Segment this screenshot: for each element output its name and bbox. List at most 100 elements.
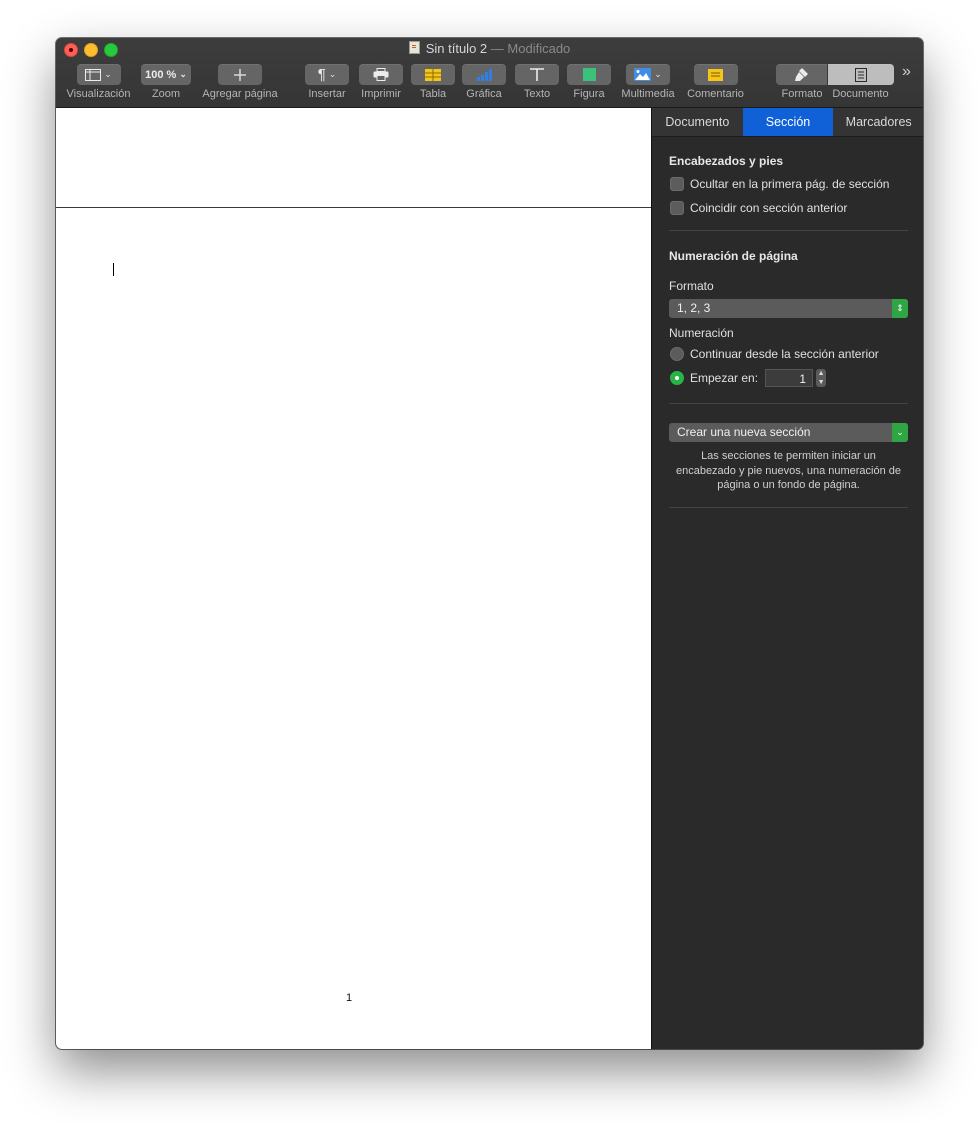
text-cursor: [113, 263, 114, 276]
match-previous-row[interactable]: Coincidir con sección anterior: [669, 196, 908, 220]
select-arrows-icon: ⇕: [892, 299, 908, 318]
comment-note-icon: [708, 68, 723, 81]
text-T-icon: [530, 68, 544, 81]
zoom-select[interactable]: 100 % ⌄: [141, 64, 191, 85]
start-at-radio[interactable]: [670, 371, 684, 385]
continue-numbering-radio[interactable]: [670, 347, 684, 361]
print-label: Imprimir: [361, 88, 401, 100]
match-previous-checkbox[interactable]: [670, 201, 684, 215]
chart-button[interactable]: [462, 64, 506, 85]
hide-first-page-checkbox[interactable]: [670, 177, 684, 191]
zoom-value: 100 %: [145, 68, 177, 81]
table-label: Tabla: [419, 88, 447, 100]
inspector-tabs: Documento Sección Marcadores: [652, 108, 923, 137]
toolbar-inspector-toggle[interactable]: Formato Documento: [776, 64, 894, 101]
sidebar-view-icon: [85, 68, 102, 81]
insert-label: Insertar: [308, 88, 346, 100]
comment-label: Comentario: [687, 88, 744, 100]
document-icon: [854, 67, 867, 82]
new-section-block: Crear una nueva sección ⌄ Las secciones …: [652, 404, 923, 493]
headers-footers-section: Encabezados y pies Ocultar en la primera…: [652, 137, 923, 220]
tab-documento[interactable]: Documento: [652, 108, 743, 136]
toolbar-add-page[interactable]: Agregar página: [198, 64, 282, 101]
toolbar-text[interactable]: Texto: [514, 64, 560, 101]
toolbar-zoom[interactable]: 100 % ⌄ Zoom: [140, 64, 192, 101]
continue-numbering-label: Continuar desde la sección anterior: [690, 347, 879, 361]
square-shape-icon: [582, 68, 596, 81]
toolbar-overflow-icon[interactable]: »: [902, 63, 911, 81]
view-label: Visualización: [66, 88, 131, 100]
chevron-down-icon: ⌄: [104, 69, 112, 79]
start-at-row[interactable]: Empezar en: 1 ▲ ▼: [669, 366, 908, 390]
window-title-separator: —: [490, 41, 504, 56]
pages-window: Sin título 2 — Modificado ⌄ Visualizació…: [56, 38, 923, 1049]
shape-button[interactable]: [567, 64, 611, 85]
chart-label: Gráfica: [466, 88, 502, 100]
table-icon: [425, 68, 441, 81]
toolbar-shape[interactable]: Figura: [566, 64, 612, 101]
window-title: Sin título 2 — Modificado: [56, 41, 923, 57]
text-button[interactable]: [515, 64, 559, 85]
tab-marcadores[interactable]: Marcadores: [833, 108, 923, 136]
toolbar-insert[interactable]: ¶ ⌄ Insertar: [304, 64, 350, 101]
text-label: Texto: [523, 88, 551, 100]
pilcrow-icon: ¶: [317, 66, 326, 83]
hide-first-page-label: Ocultar en la primera pág. de sección: [690, 177, 890, 191]
create-new-section-button[interactable]: Crear una nueva sección ⌄: [669, 423, 908, 442]
image-icon: [634, 68, 652, 81]
document-inspector: Documento Sección Marcadores Encabezados…: [651, 108, 923, 1049]
headers-footers-title: Encabezados y pies: [669, 154, 784, 168]
format-label: Formato: [781, 88, 823, 100]
print-button[interactable]: [359, 64, 403, 85]
divider: [669, 506, 908, 508]
chevron-down-icon: ⌄: [892, 423, 908, 442]
continue-numbering-row[interactable]: Continuar desde la sección anterior: [669, 342, 908, 366]
number-format-select[interactable]: 1, 2, 3 ⇕: [669, 299, 908, 318]
insert-button[interactable]: ¶ ⌄: [305, 64, 349, 85]
format-button[interactable]: [776, 64, 828, 85]
start-at-stepper[interactable]: ▲ ▼: [816, 369, 827, 387]
zoom-label: Zoom: [151, 88, 181, 100]
toolbar-view[interactable]: ⌄ Visualización: [62, 64, 135, 101]
chevron-down-icon: ⌄: [654, 69, 662, 79]
comment-button[interactable]: [693, 64, 738, 85]
match-previous-label: Coincidir con sección anterior: [690, 201, 848, 215]
new-section-description: Las secciones te permiten iniciar un enc…: [675, 450, 902, 491]
format-field-label: Formato: [669, 279, 714, 293]
printer-icon: [373, 68, 389, 81]
header-boundary: [56, 207, 651, 208]
page-numbering-section: Numeración de página Formato 1, 2, 3 ⇕ N…: [652, 231, 923, 390]
shape-label: Figura: [573, 88, 605, 100]
bar-chart-icon: [477, 68, 492, 81]
window-title-status: Modificado: [507, 41, 571, 56]
media-label: Multimedia: [621, 88, 675, 100]
document-button[interactable]: [827, 64, 894, 85]
chevron-down-icon: ⌄: [328, 69, 337, 79]
tab-seccion[interactable]: Sección: [742, 108, 834, 136]
toolbar-chart[interactable]: Gráfica: [461, 64, 507, 101]
number-format-value: 1, 2, 3: [677, 301, 711, 315]
add-page-label: Agregar página: [202, 88, 278, 100]
table-button[interactable]: [411, 64, 455, 85]
view-button[interactable]: ⌄: [76, 64, 121, 85]
document-page[interactable]: 1: [56, 108, 651, 1049]
document-label: Documento: [832, 88, 889, 100]
hide-first-page-row[interactable]: Ocultar en la primera pág. de sección: [669, 172, 908, 196]
add-page-button[interactable]: [218, 64, 262, 85]
paintbrush-icon: [794, 68, 808, 81]
toolbar-media[interactable]: ⌄ Multimedia: [618, 64, 678, 101]
window-title-text: Sin título 2: [425, 41, 488, 56]
media-button[interactable]: ⌄: [626, 64, 670, 85]
toolbar-table[interactable]: Tabla: [410, 64, 456, 101]
footer-page-number[interactable]: 1: [346, 992, 352, 1004]
document-proxy-icon[interactable]: [408, 41, 420, 54]
toolbar-comment[interactable]: Comentario: [683, 64, 748, 101]
start-at-label: Empezar en:: [690, 371, 759, 385]
plus-icon: [234, 68, 246, 81]
start-at-input[interactable]: 1: [765, 369, 814, 387]
numbering-field-label: Numeración: [669, 326, 734, 340]
page-numbering-title: Numeración de página: [669, 249, 798, 263]
toolbar-print[interactable]: Imprimir: [357, 64, 405, 101]
chevron-down-icon: ⌄: [179, 69, 187, 79]
create-new-section-label: Crear una nueva sección: [677, 425, 811, 439]
